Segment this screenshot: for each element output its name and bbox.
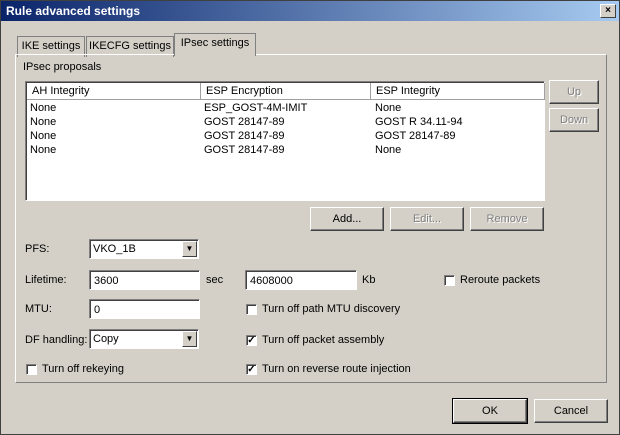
path-mtu-label: Turn off path MTU discovery — [262, 303, 401, 315]
pfs-label: PFS: — [25, 243, 50, 255]
rekeying-checkbox[interactable] — [26, 364, 37, 375]
cancel-button[interactable]: Cancel — [534, 399, 608, 423]
path-mtu-checkbox[interactable] — [246, 304, 257, 315]
column-header-esp-encryption[interactable]: ESP Encryption — [201, 83, 371, 100]
cell-esp-integrity: None — [375, 102, 402, 114]
cell-esp-integrity: None — [375, 144, 402, 156]
cell-esp-encryption: GOST 28147-89 — [204, 116, 285, 128]
up-button[interactable]: Up — [549, 80, 599, 104]
reverse-route-checkbox[interactable]: ✓ — [246, 364, 257, 375]
cell-ah-integrity: None — [30, 116, 57, 128]
window-title: Rule advanced settings — [6, 4, 141, 18]
dialog-window: Rule advanced settings × IKE settings IK… — [0, 0, 620, 435]
reroute-checkbox[interactable] — [444, 275, 455, 286]
reverse-route-label: Turn on reverse route injection — [262, 363, 411, 375]
pfs-value: VKO_1B — [93, 243, 136, 255]
cell-esp-integrity: GOST 28147-89 — [375, 130, 456, 142]
close-button[interactable]: × — [600, 4, 616, 18]
reroute-label: Reroute packets — [460, 274, 541, 286]
packet-assembly-checkbox[interactable]: ✓ — [246, 335, 257, 346]
proposals-list[interactable]: AH Integrity ESP Encryption ESP Integrit… — [25, 81, 545, 201]
lifetime-kb-input[interactable]: 4608000 — [245, 270, 357, 290]
add-button[interactable]: Add... — [310, 207, 384, 231]
pfs-select[interactable]: VKO_1B ▼ — [89, 239, 199, 259]
cell-esp-integrity: GOST R 34.11-94 — [375, 116, 463, 128]
ipsec-proposals-label: IPsec proposals — [23, 61, 102, 73]
down-button[interactable]: Down — [549, 108, 599, 132]
kb-unit-label: Kb — [362, 274, 376, 286]
edit-button[interactable]: Edit... — [390, 207, 464, 231]
column-header-ah-integrity[interactable]: AH Integrity — [27, 83, 201, 100]
packet-assembly-label: Turn off packet assembly — [262, 334, 385, 346]
title-bar[interactable]: Rule advanced settings × — [1, 1, 619, 21]
mtu-input[interactable]: 0 — [89, 299, 200, 319]
chevron-down-icon[interactable]: ▼ — [182, 241, 197, 257]
sec-unit-label: sec — [206, 274, 224, 286]
tab-ipsec-settings[interactable]: IPsec settings — [174, 33, 256, 56]
mtu-label: MTU: — [25, 303, 52, 315]
cell-esp-encryption: GOST 28147-89 — [204, 144, 285, 156]
cell-ah-integrity: None — [30, 130, 57, 142]
df-handling-label: DF handling: — [25, 334, 88, 346]
cell-esp-encryption: ESP_GOST-4M-IMIT — [204, 102, 308, 114]
column-header-esp-integrity[interactable]: ESP Integrity — [371, 83, 545, 100]
cell-esp-encryption: GOST 28147-89 — [204, 130, 285, 142]
rekeying-label: Turn off rekeying — [42, 363, 124, 375]
lifetime-sec-input[interactable]: 3600 — [89, 270, 200, 290]
cell-ah-integrity: None — [30, 102, 57, 114]
chevron-down-icon[interactable]: ▼ — [182, 331, 197, 347]
df-handling-value: Copy — [93, 333, 119, 345]
remove-button[interactable]: Remove — [470, 207, 544, 231]
cell-ah-integrity: None — [30, 144, 57, 156]
df-handling-select[interactable]: Copy ▼ — [89, 329, 199, 349]
lifetime-label: Lifetime: — [25, 274, 67, 286]
ok-button[interactable]: OK — [452, 398, 528, 424]
